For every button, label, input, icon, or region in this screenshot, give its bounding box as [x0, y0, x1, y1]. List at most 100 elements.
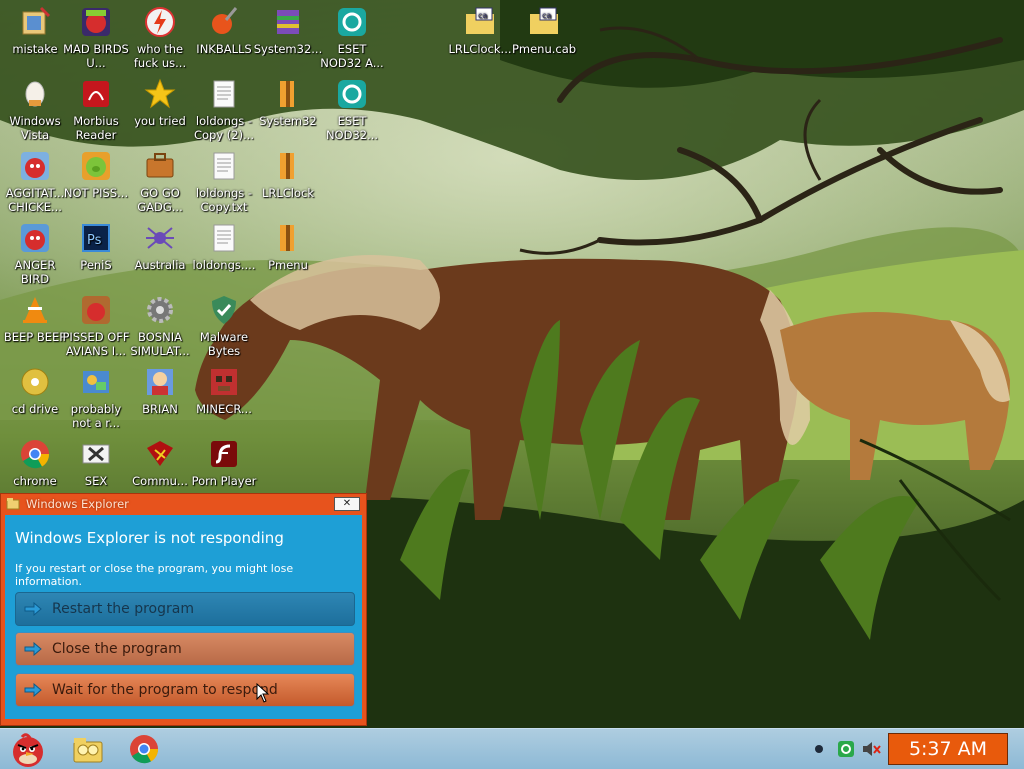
desktop-icon-label: loldongs - Copy.txt — [195, 186, 253, 214]
desktop-icon-windows-vista[interactable]: Windows Vista — [0, 72, 70, 144]
desktop-icon-label: probably not a r... — [70, 402, 122, 430]
taskbar-explorer-button[interactable] — [66, 731, 110, 767]
desktop-icon-system32[interactable]: System32 — [253, 72, 323, 144]
desktop-icon-label: you tried — [134, 114, 186, 128]
start-button[interactable] — [4, 731, 50, 767]
desktop-icon-lrlclock-cab[interactable]: ca LRLClock... — [445, 0, 515, 72]
close-button[interactable]: ✕ — [334, 497, 360, 511]
desktop-icon-australia[interactable]: Australia — [125, 216, 195, 288]
explorer-folder-icon — [6, 498, 20, 510]
taskbar-chrome-button[interactable] — [122, 731, 166, 767]
desktop-icon-label: MAD BIRDS U... — [63, 42, 129, 70]
desktop-icon-label: LRLClock — [261, 186, 315, 200]
restart-program-label: Restart the program — [52, 601, 194, 617]
taskbar: 5:37 AM — [0, 728, 1024, 769]
arrow-right-icon — [24, 683, 42, 697]
desktop-icon-you-tried[interactable]: you tried — [125, 72, 195, 144]
desktop-icon-label: mistake — [12, 42, 58, 56]
pdf-reader-icon — [80, 78, 112, 110]
desktop-icon-loldongs-copy[interactable]: loldongs - Copy.txt — [189, 144, 259, 216]
cab-file-icon: ca — [464, 6, 496, 38]
close-program-button[interactable]: Close the program — [15, 632, 355, 666]
recycle-folder-icon — [19, 6, 51, 38]
desktop-icon-label: Pmenu — [268, 258, 308, 272]
cab-file-icon: ca — [528, 6, 560, 38]
desktop-icon-label: loldongs - Copy (2)... — [193, 114, 255, 142]
desktop-icon-anger-bird[interactable]: ANGER BIRD — [0, 216, 70, 288]
minecraft-icon — [208, 366, 240, 398]
svg-text:Ps: Ps — [87, 233, 102, 248]
wait-program-button[interactable]: Wait for the program to respond — [15, 673, 355, 707]
desktop-icon-not-piss[interactable]: NOT PISS... — [61, 144, 131, 216]
desktop-icon-penis[interactable]: Ps PeniS — [61, 216, 131, 288]
mouse-cursor-icon — [256, 683, 270, 703]
desktop-icon-eset-2[interactable]: ESET NOD32... — [317, 72, 387, 144]
angry-bird-icon — [19, 222, 51, 254]
desktop-icon-minecr[interactable]: MINECR... — [189, 360, 259, 432]
desktop-icon-mistake[interactable]: mistake — [0, 0, 70, 72]
desktop-icon-brian[interactable]: BRIAN — [125, 360, 195, 432]
desktop-icon-probably-not[interactable]: probably not a r... — [61, 360, 131, 432]
eset-icon — [336, 6, 368, 38]
archive-icon — [272, 6, 304, 38]
desktop-icon-label: BEEP BEEP — [3, 330, 67, 344]
desktop-icon-malware-bytes[interactable]: Malware Bytes — [189, 288, 259, 360]
gear-icon — [144, 294, 176, 326]
desktop-icon-system32-archive[interactable]: System32... — [253, 0, 323, 72]
explorer-folder-icon — [73, 738, 103, 763]
communism-icon — [144, 438, 176, 470]
spider-icon — [144, 222, 176, 254]
green-pig-icon — [80, 150, 112, 182]
vista-egg-icon — [19, 78, 51, 110]
dialog-titlebar[interactable]: Windows Explorer ✕ — [1, 494, 366, 514]
photoshop-icon: Ps — [80, 222, 112, 254]
desktop-icon-label: Malware Bytes — [199, 330, 249, 358]
restart-program-button[interactable]: Restart the program — [15, 592, 355, 626]
desktop-icon-label: loldongs.... — [192, 258, 256, 272]
desktop-icon-who-the[interactable]: who the fuck us... — [125, 0, 195, 72]
tray-dot[interactable] — [812, 731, 826, 767]
desktop-icon-label: Porn Player — [191, 474, 257, 488]
eset-tray-icon — [838, 741, 854, 757]
desktop-icon-label: Pmenu.cab — [511, 42, 577, 56]
taskbar-clock[interactable]: 5:37 AM — [888, 733, 1008, 765]
desktop-icon-eset-1[interactable]: ESET NOD32 A... — [317, 0, 387, 72]
volume-muted-icon — [863, 742, 881, 756]
paint-ball-icon — [208, 6, 240, 38]
xbox-icon — [80, 438, 112, 470]
tray-volume[interactable] — [860, 731, 882, 767]
eset-icon — [336, 78, 368, 110]
desktop-icon-label: Commu... — [132, 474, 188, 488]
angry-bird-icon — [19, 150, 51, 182]
desktop-icon-pissed-off-avians[interactable]: PISSED OFF AVIANS I... — [61, 288, 131, 360]
desktop-icon-go-go-gadg[interactable]: GO GO GADG... — [125, 144, 195, 216]
text-file-icon — [208, 150, 240, 182]
desktop-icon-loldongs[interactable]: loldongs.... — [189, 216, 259, 288]
desktop-icon-mad-birds[interactable]: MAD BIRDS U... — [61, 0, 131, 72]
desktop-icon-label: Australia — [134, 258, 186, 272]
dialog-heading: Windows Explorer is not responding — [15, 529, 284, 547]
chrome-icon — [130, 735, 159, 764]
desktop-icon-label: ESET NOD32 A... — [320, 42, 384, 70]
svg-text:ca: ca — [542, 11, 551, 20]
desktop-icon-aggitat-chicke[interactable]: AGGITAT... CHICKE... — [0, 144, 70, 216]
desktop-icon-label: Windows Vista — [9, 114, 61, 142]
tray-eset[interactable] — [836, 731, 856, 767]
desktop-icon-label: System32 — [259, 114, 317, 128]
desktop-icon-loldongs-copy-2[interactable]: loldongs - Copy (2)... — [189, 72, 259, 144]
desktop-icon-beep-beep[interactable]: BEEP BEEP — [0, 288, 70, 360]
desktop-icon-bosnia-simulat[interactable]: BOSNIA SIMULAT... — [125, 288, 195, 360]
winrar-icon — [272, 222, 304, 254]
desktop-icon-label: chrome — [13, 474, 57, 488]
desktop-icon-label: Morbius Reader — [73, 114, 119, 142]
vlc-cone-icon — [19, 294, 51, 326]
desktop-icon-label: SEX — [84, 474, 108, 488]
desktop-icon-label: System32... — [253, 42, 323, 56]
desktop-icon-inkballs[interactable]: INKBALLS — [189, 0, 259, 72]
desktop-icon-morbius-reader[interactable]: Morbius Reader — [61, 72, 131, 144]
desktop-icon-cd-drive[interactable]: cd drive — [0, 360, 70, 432]
desktop-icon-label: AGGITAT... CHICKE... — [5, 186, 65, 214]
desktop-icon-pmenu[interactable]: Pmenu — [253, 216, 323, 288]
desktop-icon-pmenu-cab[interactable]: ca Pmenu.cab — [509, 0, 579, 72]
desktop-icon-lrlclock[interactable]: LRLClock — [253, 144, 323, 216]
